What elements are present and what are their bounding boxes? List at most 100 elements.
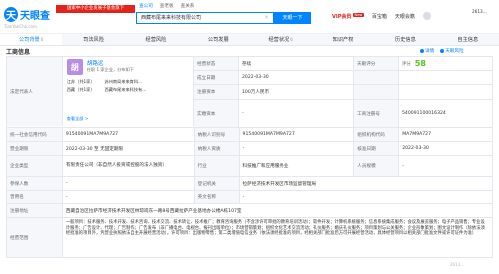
header-nav: VIP会员 New 百宝箱 天眼会籍 xyxy=(332,12,431,20)
reg-org-value: 拉萨经济技术开发区市场监督管理局 xyxy=(240,177,494,190)
score-display[interactable]: 评分 58 xyxy=(402,59,426,68)
type-value: 有限责任公司（非自然人投资或控股的法人独资） xyxy=(63,156,195,176)
rep-company-row[interactable]: 江苏（共1家） 苏州南局来来育科... xyxy=(67,79,142,85)
staff-label: 人员规模 xyxy=(354,156,400,176)
tab-label: 公司发展 xyxy=(207,37,229,43)
status-label: 经营状态 xyxy=(194,57,239,70)
status-value: 存续 xyxy=(239,57,354,70)
search-tab-relation[interactable]: 查关系 xyxy=(181,3,195,9)
search-tabs: 查公司 查老板 查关系 xyxy=(139,3,194,9)
detail-link[interactable]: 详情 xyxy=(420,48,434,54)
tab-operation-risk[interactable]: 经营风险 xyxy=(125,34,187,45)
reg-capital-value: 100万人民币 xyxy=(239,85,354,99)
user-id[interactable]: 2613... xyxy=(472,9,487,14)
tax-no-value[interactable]: 91540091MA7M9A727 xyxy=(240,128,355,141)
table-row: 注册地址 西藏自治区拉萨市经济技术开发区林琼岗东一路8号西藏拉萨产业基地办公楼A… xyxy=(7,204,493,218)
paid-capital-value: - xyxy=(239,100,354,127)
detail-label: 详情 xyxy=(425,49,435,54)
address-value[interactable]: 西藏自治区拉萨市经济技术开发区林琼岗东一路8号西藏拉萨产业基地办公楼A栋107室 xyxy=(63,204,493,217)
tab-self-info[interactable]: 自主信息 xyxy=(437,34,499,45)
avatar[interactable] xyxy=(422,12,431,20)
table-row: 注册资本 100万人民币 xyxy=(194,85,493,100)
rep-company: 苏州南局来来育科... xyxy=(104,79,143,84)
search-input[interactable]: 西藏布尾来来科技有限公司 xyxy=(136,12,274,24)
score-unit: 评分 xyxy=(402,61,411,67)
table-row: 营业期限 2022-03-30 至 无固定期限 纳税人资质 - 核准日期 202… xyxy=(7,142,493,156)
reg-org-label: 登记机关 xyxy=(194,177,240,190)
info-icon xyxy=(420,48,424,53)
org-code-label: 组织机构代码 xyxy=(354,128,400,141)
approve-value: 2022-03-30 xyxy=(399,142,493,155)
risk-label: 天眼风险 xyxy=(445,49,464,54)
reg-no-value: 540091100016324 xyxy=(399,100,493,127)
rep-more-link[interactable]: 查看全部 > xyxy=(67,116,89,122)
business-link[interactable]: 百宝箱 xyxy=(372,13,387,20)
logo-subtitle: TianYanCha.com xyxy=(4,24,37,29)
table-row: 实缴资本 - 工商注册号 540091100016324 xyxy=(194,100,493,127)
scope-value: 一般项目：技术服务、技术开发、技术咨询、技术交流、技术转让、技术推广；教育咨询服… xyxy=(63,218,493,257)
rep-avatar[interactable]: 胡 xyxy=(66,59,83,75)
term-label: 营业期限 xyxy=(7,142,63,155)
tab-count: 6 xyxy=(290,37,293,42)
search-tab-company[interactable]: 查公司 xyxy=(139,3,153,9)
tab-background[interactable]: 公司背景0 xyxy=(0,34,63,45)
rep-province: 西藏 xyxy=(66,87,76,92)
former-name-label: 曾用名 xyxy=(7,191,63,203)
tab-judicial-risk[interactable]: 司法风险 xyxy=(62,34,124,45)
tab-ip[interactable]: 知识产权 xyxy=(312,34,374,45)
section-title: 工商信息 xyxy=(6,49,31,56)
taxpayer-value: - xyxy=(240,142,355,155)
industry-value: 科技推广和应用服务业 xyxy=(240,156,355,176)
rep-side-cells: 经营状态 存续 天眼评分 评分 58 成立日期 2022-03-30 注册资本 … xyxy=(194,57,493,127)
tab-count: 0 xyxy=(40,37,44,42)
risk-link[interactable]: 天眼风险 xyxy=(440,48,464,54)
reg-no-label-top xyxy=(354,71,399,84)
vip-link[interactable]: VIP会员 New xyxy=(332,12,364,20)
credit-code-value[interactable]: 91540091MA7M9A727 xyxy=(63,128,195,141)
tab-development[interactable]: 公司发展 xyxy=(187,34,249,45)
legal-rep-block: 胡 胡路远 任职 1 家企业，分布如下 江苏（共1家） 苏州南局来来育科... 西… xyxy=(63,57,193,126)
clear-icon[interactable]: × xyxy=(264,15,270,21)
insured-label: 参保人数 xyxy=(7,177,63,190)
rep-summary: 任职 1 家企业，分布如下 xyxy=(86,67,134,72)
new-badge: New xyxy=(353,12,364,17)
rep-count: （共1家） xyxy=(75,79,95,84)
business-info-table: 法定代表人 胡 胡路远 任职 1 家企业，分布如下 江苏（共1家） 苏州南局来来育… xyxy=(6,56,494,258)
tab-label: 历史信息 xyxy=(395,37,416,43)
est-date-label: 成立日期 xyxy=(194,71,239,84)
rep-name[interactable]: 胡路远 xyxy=(87,59,104,67)
org-code-value[interactable]: MA7M9A727 xyxy=(399,128,493,141)
former-name-value: - xyxy=(63,191,195,203)
staff-value: - xyxy=(399,156,493,176)
english-name-value: - xyxy=(240,191,494,203)
taxpayer-label: 纳税人资质 xyxy=(194,142,240,155)
table-row: 曾用名 - 英文名称 - xyxy=(7,191,494,204)
table-row: 企业类型 有限责任公司（非自然人投资或控股的法人独资） 行业 科技推广和应用服务… xyxy=(7,156,493,177)
english-name-label: 英文名称 xyxy=(194,191,240,203)
score-label: 天眼评分 xyxy=(354,57,399,70)
credit-code-label: 统一社会信用代码 xyxy=(7,128,63,141)
section-actions: 详情 天眼风险 xyxy=(420,48,464,54)
tab-label: 经营风险 xyxy=(145,37,167,43)
tab-operation-status[interactable]: 经营状况6 xyxy=(250,34,312,45)
watermark-id: 2613... xyxy=(450,262,464,267)
search-button[interactable]: 天眼一下 xyxy=(274,12,311,24)
rep-company-row[interactable]: 西藏（共1家） 西藏布尾来来科技有... xyxy=(67,87,147,93)
table-row: 成立日期 2022-03-30 xyxy=(194,71,493,85)
legal-rep-cell: 胡 胡路远 任职 1 家企业，分布如下 江苏（共1家） 苏州南局来来育科... 西… xyxy=(63,57,194,126)
logo[interactable]: 天 天眼查 xyxy=(4,5,50,23)
search-tab-boss[interactable]: 查老板 xyxy=(160,3,174,9)
term-value: 2022-03-30 至 无固定期限 xyxy=(63,142,195,155)
rep-count: （共1家） xyxy=(75,87,95,92)
promo-banner[interactable]: 国家中小企业发展子基金旗下 xyxy=(56,5,135,13)
reg-no-label: 工商注册号 xyxy=(354,100,399,127)
table-row: 经营状态 存续 天眼评分 评分 58 xyxy=(194,57,493,71)
insured-value: - xyxy=(63,177,195,190)
tab-history[interactable]: 历史信息 xyxy=(374,34,436,45)
score-cell: 评分 58 xyxy=(399,57,493,70)
vip-label: VIP会员 xyxy=(332,13,352,20)
tax-no-label: 纳税人识别号 xyxy=(194,128,240,141)
app-link[interactable]: 天眼会籍 xyxy=(395,13,415,20)
type-label: 企业类型 xyxy=(7,156,63,176)
empty-label xyxy=(354,85,399,99)
